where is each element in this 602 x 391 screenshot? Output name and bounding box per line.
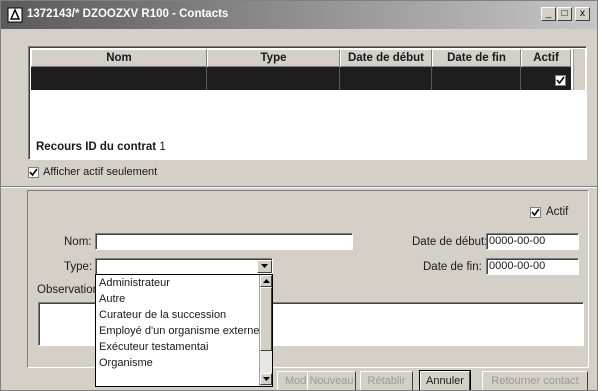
contacts-grid[interactable]: Nom Type Date de début Date de fin Actif… bbox=[28, 46, 587, 160]
cell-date-fin[interactable] bbox=[432, 67, 521, 90]
dropdown-option-employe[interactable]: Employé d'un organisme externe bbox=[99, 325, 259, 337]
afficher-actif-label: Afficher actif seulement bbox=[43, 166, 158, 178]
date-debut-label: Date de début: bbox=[412, 236, 487, 248]
column-header-nom[interactable]: Nom bbox=[31, 49, 207, 67]
cell-type[interactable] bbox=[207, 67, 340, 90]
actif-checkbox[interactable] bbox=[530, 206, 541, 218]
grid-scrollbar[interactable] bbox=[573, 49, 585, 90]
nouveau-button[interactable]: Nouveau bbox=[307, 371, 356, 390]
contacts-window: 1372143/* DZOOZXV R100 - Contacts _ □ x … bbox=[0, 0, 598, 391]
dropdown-option-administrateur[interactable]: Administrateur bbox=[99, 277, 170, 289]
type-label: Type: bbox=[64, 261, 93, 273]
chevron-up-icon bbox=[263, 279, 270, 283]
afficher-actif-checkbox[interactable] bbox=[28, 166, 39, 178]
recours-value: 1 bbox=[159, 141, 166, 153]
chevron-down-icon bbox=[263, 377, 270, 381]
minimize-button[interactable]: _ bbox=[541, 7, 556, 21]
column-header-date-fin[interactable]: Date de fin bbox=[432, 49, 521, 67]
row-actif-checkbox[interactable] bbox=[555, 75, 566, 86]
grid-header: Nom Type Date de début Date de fin Actif bbox=[31, 49, 571, 67]
chevron-down-icon bbox=[261, 264, 268, 268]
annuler-button[interactable]: Annuler bbox=[419, 370, 471, 390]
dropdown-option-autre[interactable]: Autre bbox=[99, 293, 125, 305]
dropdown-option-organisme[interactable]: Organisme bbox=[99, 357, 153, 369]
close-button[interactable]: x bbox=[575, 7, 590, 21]
actif-label: Actif bbox=[546, 206, 569, 218]
title-bar[interactable]: 1372143/* DZOOZXV R100 - Contacts _ □ x bbox=[1, 1, 597, 29]
afficher-actif-filter[interactable]: Afficher actif seulement bbox=[28, 166, 157, 178]
cell-nom[interactable] bbox=[31, 67, 207, 90]
scroll-up-arrow[interactable] bbox=[260, 275, 272, 287]
retablir-button[interactable]: Rétablir bbox=[360, 371, 413, 390]
dropdown-option-executeur[interactable]: Exécuteur testamentai bbox=[99, 341, 208, 353]
window-title: 1372143/* DZOOZXV R100 - Contacts bbox=[27, 8, 229, 20]
dropdown-option-curateur[interactable]: Curateur de la succession bbox=[99, 309, 226, 321]
table-row-selected[interactable] bbox=[31, 67, 571, 90]
scroll-down-arrow[interactable] bbox=[260, 373, 272, 385]
recours-text: Recours ID du contrat bbox=[36, 141, 157, 153]
column-header-type[interactable]: Type bbox=[207, 49, 340, 67]
restore-button[interactable]: □ bbox=[557, 7, 572, 21]
checkmark-icon bbox=[556, 76, 565, 85]
dropdown-scrollbar[interactable] bbox=[259, 275, 272, 386]
checkmark-icon bbox=[29, 168, 38, 176]
observation-label: Observation bbox=[37, 284, 95, 296]
app-icon bbox=[7, 7, 23, 23]
recours-label: Recours ID du contrat 1 bbox=[36, 141, 166, 153]
type-combobox[interactable] bbox=[95, 258, 273, 275]
column-header-actif[interactable]: Actif bbox=[521, 49, 571, 67]
retourner-contact-button[interactable]: Retourner contact bbox=[482, 371, 588, 390]
date-fin-label: Date de fin: bbox=[423, 261, 482, 273]
checkmark-icon bbox=[531, 208, 540, 216]
date-debut-field[interactable]: 0000-00-00 bbox=[486, 233, 579, 250]
cell-date-debut[interactable] bbox=[340, 67, 432, 90]
column-header-date-debut[interactable]: Date de début bbox=[340, 49, 432, 67]
type-dropdown-list[interactable]: Administrateur Autre Curateur de la succ… bbox=[95, 274, 273, 387]
type-dropdown-button[interactable] bbox=[257, 260, 272, 273]
section-divider bbox=[1, 186, 597, 188]
actif-toggle[interactable]: Actif bbox=[530, 206, 568, 218]
scroll-thumb[interactable] bbox=[260, 287, 272, 351]
nom-label: Nom: bbox=[64, 236, 92, 248]
date-fin-field[interactable]: 0000-00-00 bbox=[486, 258, 579, 275]
nom-field[interactable] bbox=[95, 233, 353, 250]
